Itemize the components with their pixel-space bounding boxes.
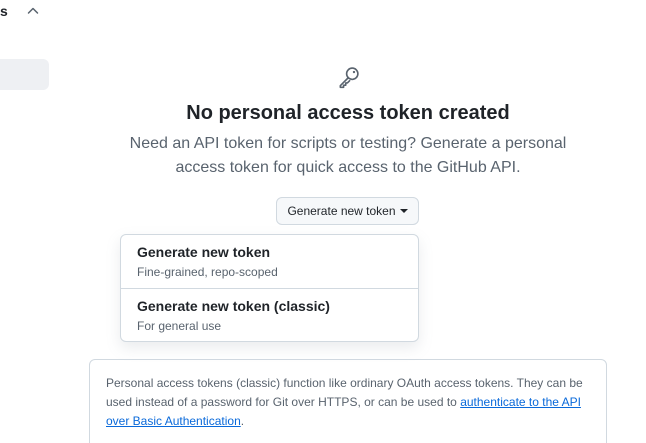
info-text-after: . <box>240 414 245 428</box>
key-icon <box>339 67 359 89</box>
generate-new-token-button-label: Generate new token <box>287 204 396 218</box>
chevron-up-icon[interactable] <box>25 3 41 19</box>
sidebar-item-active[interactable] <box>0 59 49 90</box>
blankslate-description: Need an API token for scripts or testing… <box>110 132 586 180</box>
triangle-down-icon <box>399 209 408 213</box>
sidebar-section-label: s <box>0 3 8 19</box>
menu-item-generate-fine-grained-token[interactable]: Generate new token Fine-grained, repo-sc… <box>121 235 418 288</box>
page: s No personal access token created Need … <box>0 0 646 443</box>
blankslate-title: No personal access token created <box>186 102 510 124</box>
sidebar-section-header[interactable]: s <box>0 2 8 20</box>
blankslate-description-line: Need an API token for scripts or testing… <box>129 135 567 152</box>
generate-new-token-button[interactable]: Generate new token <box>276 197 419 225</box>
classic-token-info-text: Personal access tokens (classic) functio… <box>106 374 594 431</box>
menu-item-subtitle: For general use <box>137 319 222 333</box>
menu-item-title: Generate new token (classic) <box>137 298 330 314</box>
menu-item-title: Generate new token <box>137 244 271 260</box>
classic-token-info-box: Personal access tokens (classic) functio… <box>89 359 607 443</box>
menu-item-generate-classic-token[interactable]: Generate new token (classic) For general… <box>121 289 418 342</box>
generate-token-menu: Generate new token Fine-grained, repo-sc… <box>120 234 419 342</box>
blankslate-description-line: access token for quick access to the Git… <box>175 159 521 176</box>
menu-item-subtitle: Fine-grained, repo-scoped <box>137 265 278 279</box>
